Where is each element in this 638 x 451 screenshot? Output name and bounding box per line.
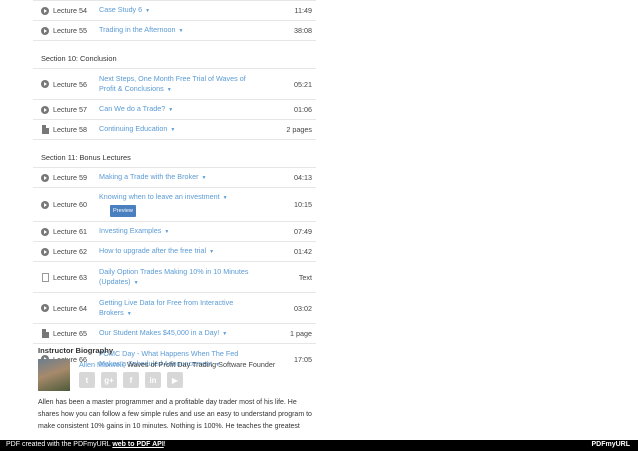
lecture-title[interactable]: How to upgrade after the free trial ▼ <box>99 242 262 261</box>
lecture-duration: 05:21 <box>294 79 312 89</box>
play-icon <box>37 26 53 35</box>
lecture-number: Lecture 62 <box>53 247 87 256</box>
play-icon <box>37 105 53 114</box>
facebook-icon[interactable]: f <box>123 372 139 388</box>
lecture-title[interactable]: Making a Trade with the Broker ▼ <box>99 168 262 187</box>
lecture-number: Lecture 61 <box>53 227 87 236</box>
pdfmyurl-logo: PDFmyURL <box>591 441 630 448</box>
lecture-number: Lecture 59 <box>53 173 87 182</box>
footer-link[interactable]: web to PDF API <box>112 441 163 448</box>
lecture-title[interactable]: Case Study 6 ▼ <box>99 1 262 20</box>
instructor-name-link[interactable]: Allen Maxwell <box>79 360 123 369</box>
lecture-title[interactable]: Daily Option Trades Making 10% in 10 Min… <box>99 263 262 292</box>
lecture-number: Lecture 60 <box>53 200 87 209</box>
text-icon <box>37 272 53 282</box>
lecture-row[interactable]: Lecture 62 How to upgrade after the free… <box>33 241 316 261</box>
lecture-duration: 11:49 <box>294 6 312 15</box>
lecture-duration: 01:06 <box>294 105 312 114</box>
lecture-duration: 03:02 <box>294 303 312 313</box>
section-heading: Section 10: Conclusion <box>33 40 316 68</box>
footer-text: PDF created with the PDFmyURL web to PDF… <box>6 441 166 448</box>
lecture-row[interactable]: Lecture 59 Making a Trade with the Broke… <box>33 167 316 187</box>
play-icon <box>37 247 53 256</box>
social-links: t g+ f in ▶ <box>79 372 183 388</box>
pdf-footer: PDF created with the PDFmyURL web to PDF… <box>0 440 638 451</box>
lecture-row[interactable]: Lecture 57 Can We do a Trade? ▼ 01:06 <box>33 99 316 119</box>
lecture-row[interactable]: Lecture 56 Next Steps, One Month Free Tr… <box>33 68 316 99</box>
lecture-number: Lecture 64 <box>53 303 87 313</box>
lecture-duration: 04:13 <box>294 173 312 182</box>
instructor-name: Allen Maxwell, Waves of Profit Day Tradi… <box>79 360 276 369</box>
lecture-title[interactable]: Investing Examples ▼ <box>99 222 262 241</box>
instructor-avatar <box>38 359 70 391</box>
curriculum-list: Lecture 54 Case Study 6 ▼ 11:49 Lecture 5… <box>33 0 316 374</box>
lecture-title[interactable]: Can We do a Trade? ▼ <box>99 100 262 119</box>
lecture-number: Lecture 63 <box>53 272 87 282</box>
lecture-duration: 01:42 <box>294 247 312 256</box>
lecture-duration: 10:15 <box>294 200 312 209</box>
lecture-title[interactable]: Getting Live Data for Free from Interact… <box>99 294 262 323</box>
lecture-title[interactable]: Our Student Makes $45,000 in a Day! ▼ <box>99 324 262 343</box>
play-icon <box>37 173 53 182</box>
lecture-row[interactable]: Lecture 54 Case Study 6 ▼ 11:49 <box>33 0 316 20</box>
lecture-number: Lecture 54 <box>53 6 87 15</box>
lecture-title[interactable]: Knowing when to leave an investment ▼ Prev… <box>99 188 262 221</box>
document-icon <box>37 125 53 134</box>
instructor-biography-heading: Instructor Biography <box>38 346 114 355</box>
lecture-duration: 1 page <box>290 329 312 338</box>
preview-button[interactable]: Preview <box>110 205 136 217</box>
lecture-title[interactable]: Continuing Education ▼ <box>99 120 262 139</box>
document-icon <box>37 329 53 338</box>
lecture-duration: Text <box>298 272 312 282</box>
section-heading: Section 11: Bonus Lectures <box>33 139 316 167</box>
lecture-title[interactable]: Next Steps, One Month Free Trial of Wave… <box>99 70 262 99</box>
lecture-row[interactable]: Lecture 63 Daily Option Trades Making 10… <box>33 261 316 292</box>
lecture-number: Lecture 65 <box>53 329 87 338</box>
lecture-number: Lecture 55 <box>53 26 87 35</box>
youtube-icon[interactable]: ▶ <box>167 372 183 388</box>
play-icon <box>37 6 53 15</box>
lecture-number: Lecture 58 <box>53 125 87 134</box>
google-plus-icon[interactable]: g+ <box>101 372 117 388</box>
lecture-row[interactable]: Lecture 60 Knowing when to leave an inve… <box>33 187 316 221</box>
lecture-row[interactable]: Lecture 64 Getting Live Data for Free fr… <box>33 292 316 323</box>
lecture-row[interactable]: Lecture 55 Trading in the Afternoon ▼ 38:… <box>33 20 316 40</box>
lecture-number: Lecture 56 <box>53 79 87 89</box>
lecture-row[interactable]: Lecture 58 Continuing Education ▼ 2 pages <box>33 119 316 139</box>
lecture-duration: 38:08 <box>294 26 312 35</box>
lecture-title[interactable]: FOMC Day - What Happens When The Fed Mak… <box>99 345 262 374</box>
play-icon <box>37 80 53 88</box>
lecture-duration: 2 pages <box>286 125 312 134</box>
instructor-bio-text: Allen has been a master programmer and a… <box>38 399 312 430</box>
twitter-icon[interactable]: t <box>79 372 95 388</box>
play-icon <box>37 304 53 312</box>
lecture-number: Lecture 57 <box>53 105 87 114</box>
lecture-row[interactable]: Lecture 61 Investing Examples ▼ 07:49 <box>33 221 316 241</box>
play-icon <box>37 200 53 209</box>
play-icon <box>37 227 53 236</box>
lecture-duration: 07:49 <box>294 227 312 236</box>
lecture-title[interactable]: Trading in the Afternoon ▼ <box>99 21 262 40</box>
linkedin-icon[interactable]: in <box>145 372 161 388</box>
lecture-row[interactable]: Lecture 65 Our Student Makes $45,000 in … <box>33 323 316 343</box>
